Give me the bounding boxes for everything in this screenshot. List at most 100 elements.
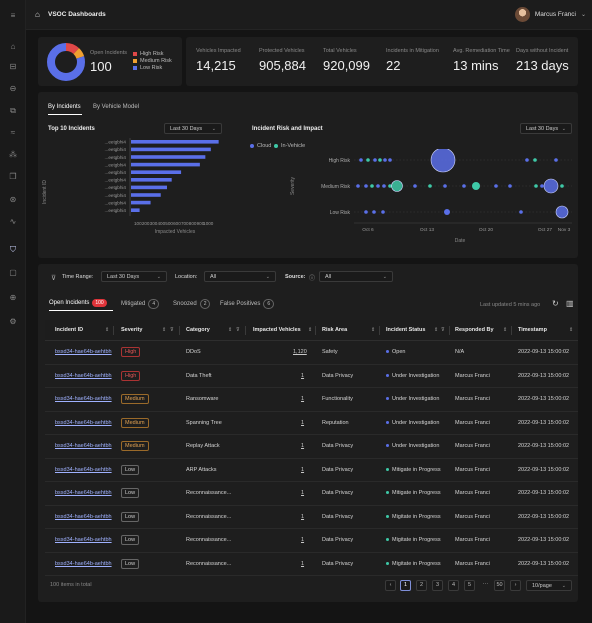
page-2-button[interactable]: 2: [416, 580, 427, 591]
status-dot: [386, 514, 389, 518]
impacted-vehicles-link[interactable]: 1: [301, 537, 304, 543]
sort-icon[interactable]: ⇕: [503, 327, 507, 333]
page-size-select[interactable]: 10/page ⌄: [526, 580, 572, 591]
fleet-icon[interactable]: ⊖: [8, 84, 18, 94]
timestamp-cell: 2022-09-13 15:00:02: [518, 349, 570, 355]
time-range-select[interactable]: Last 30 Days ⌄: [101, 271, 167, 282]
tab-mitigated[interactable]: Mitigated 4: [121, 299, 160, 309]
bar: [131, 185, 167, 190]
car-icon[interactable]: ⊟: [8, 62, 18, 72]
column-divider: [379, 326, 380, 335]
tab-false-positives[interactable]: False Positives 6: [220, 299, 275, 309]
info-icon[interactable]: ⓘ: [309, 273, 315, 282]
x-tick-label: Oct 27: [538, 227, 552, 233]
impacted-vehicles-link[interactable]: 1: [301, 443, 304, 449]
copy-icon[interactable]: ❐: [8, 172, 18, 182]
page-3-button[interactable]: 3: [432, 580, 443, 591]
table-row[interactable]: bssd34-hae64b-aehtbh Medium Ransomware 1 Fun…: [45, 388, 578, 412]
incident-id-link[interactable]: bssd34-hae64b-aehtbh: [55, 561, 112, 567]
shield-icon[interactable]: ⛉: [8, 245, 18, 255]
compass-icon[interactable]: ⊕: [8, 293, 18, 303]
risk-range-select[interactable]: Last 30 Days ⌄: [520, 123, 572, 134]
home-icon[interactable]: ⌂: [8, 42, 18, 52]
analytics-icon[interactable]: ∿: [8, 217, 18, 227]
impacted-vehicles-link[interactable]: 1: [301, 396, 304, 402]
incident-id-link[interactable]: bssd34-hae64b-aehtbh: [55, 373, 112, 379]
table-row[interactable]: bssd34-hae64b-aehtbh Low Reconnaissance...…: [45, 553, 578, 576]
filter-icon[interactable]: ⊽: [236, 327, 240, 333]
table-row[interactable]: bssd34-hae64b-aehtbh Medium Spanning Tree 1…: [45, 412, 578, 435]
source-select[interactable]: All ⌄: [319, 271, 393, 282]
risk-area-cell: Data Privacy: [322, 372, 354, 379]
impacted-vehicles-link[interactable]: 1: [301, 467, 304, 473]
risk-bubble: [413, 184, 417, 188]
impacted-vehicles-link[interactable]: 1: [301, 514, 304, 520]
columns-icon[interactable]: ▥: [566, 299, 574, 308]
tab-snoozed[interactable]: Snoozed 2: [173, 299, 211, 309]
sort-icon[interactable]: ⇕: [434, 327, 438, 333]
sort-icon[interactable]: ⇕: [162, 327, 166, 333]
table-row[interactable]: bssd34-hae64b-aehtbh Medium Replay Attack 1…: [45, 435, 578, 459]
sort-icon[interactable]: ⇕: [308, 327, 312, 333]
impacted-vehicles-link[interactable]: 1: [301, 561, 304, 567]
settings-icon[interactable]: ⚙: [8, 317, 18, 327]
incident-id-link[interactable]: bssd34-hae64b-aehtbh: [55, 537, 112, 543]
top10-range-select[interactable]: Last 30 Days ⌄: [164, 123, 222, 134]
tab-by-incidents[interactable]: By Incidents: [48, 104, 81, 110]
location-select[interactable]: All ⌄: [204, 271, 276, 282]
document-icon[interactable]: ▢: [8, 268, 18, 278]
table-row[interactable]: bssd34-hae64b-aehtbh High Data Theft 1 Data …: [45, 365, 578, 388]
sort-icon[interactable]: ⇕: [371, 327, 375, 333]
tab-open-incidents[interactable]: Open Incidents 100: [49, 299, 107, 307]
incident-id-link[interactable]: bssd34-hae64b-aehtbh: [55, 490, 112, 496]
sort-icon[interactable]: ⇕: [228, 327, 232, 333]
category-cell: Reconnaissance...: [186, 537, 232, 543]
home-icon[interactable]: ⌂: [35, 10, 40, 19]
table-row[interactable]: bssd34-hae64b-aehtbh Low Reconnaissance...…: [45, 529, 578, 553]
table-row[interactable]: bssd34-hae64b-aehtbh High DDoS 1,120 Safety O…: [45, 341, 578, 365]
bar-category-label: ...eetgbhi4: [105, 193, 127, 198]
page-ellipsis[interactable]: ···: [480, 580, 491, 591]
page-5-button[interactable]: 5: [464, 580, 475, 591]
wifi-icon[interactable]: ≈: [8, 128, 18, 138]
impacted-vehicles-link[interactable]: 1: [301, 420, 304, 426]
stat-value: 14,215: [196, 58, 236, 73]
table-row[interactable]: bssd34-hae64b-aehtbh Low Reconnaissance...…: [45, 506, 578, 529]
refresh-icon[interactable]: ↻: [552, 299, 559, 308]
impacted-vehicles-link[interactable]: 1: [301, 490, 304, 496]
filter-icon[interactable]: ⊽: [170, 327, 174, 333]
bar: [131, 208, 140, 212]
sort-icon[interactable]: ⇕: [569, 327, 573, 333]
next-page-button[interactable]: ›: [510, 580, 521, 591]
page-1-button[interactable]: 1: [400, 580, 411, 591]
responded-by-cell: Marcus Franci: [455, 419, 490, 426]
impacted-vehicles-link[interactable]: 1,120: [293, 349, 307, 355]
layers-icon[interactable]: ⧉: [8, 106, 18, 116]
incident-id-link[interactable]: bssd34-hae64b-aehtbh: [55, 396, 112, 402]
user-name[interactable]: Marcus Franci: [535, 11, 576, 18]
filter-icon[interactable]: ⊽: [51, 274, 56, 282]
status-cell: Migitate in Progress: [386, 514, 441, 520]
chevron-down-icon[interactable]: ⌄: [581, 11, 586, 18]
tab-by-vehicle-model[interactable]: By Vehicle Model: [93, 104, 139, 110]
page-50-button[interactable]: 50: [494, 580, 505, 591]
table-row[interactable]: bssd34-hae64b-aehtbh Low Reconnaissance...…: [45, 482, 578, 506]
incident-id-link[interactable]: bssd34-hae64b-aehtbh: [55, 514, 112, 520]
filter-icon[interactable]: ⊽: [441, 327, 445, 333]
incident-id-link[interactable]: bssd34-hae64b-aehtbh: [55, 467, 112, 473]
avatar[interactable]: [515, 7, 530, 22]
impacted-vehicles-link[interactable]: 1: [301, 373, 304, 379]
sort-icon[interactable]: ⇕: [105, 327, 109, 333]
prev-page-button[interactable]: ‹: [385, 580, 396, 591]
menu-icon[interactable]: ≡: [8, 11, 18, 21]
incident-id-link[interactable]: bssd34-hae64b-aehtbh: [55, 349, 112, 355]
page-4-button[interactable]: 4: [448, 580, 459, 591]
rules-icon[interactable]: ⊛: [8, 195, 18, 205]
incident-id-link[interactable]: bssd34-hae64b-aehtbh: [55, 443, 112, 449]
risk-bubble: [372, 210, 376, 214]
network-icon[interactable]: ⁂: [8, 150, 18, 160]
incident-id-link[interactable]: bssd34-hae64b-aehtbh: [55, 420, 112, 426]
risk-bubble: [472, 182, 480, 190]
x-tick-label: Nov 3: [558, 227, 571, 233]
table-row[interactable]: bssd34-hae64b-aehtbh Low ARP Attacks 1 Data …: [45, 459, 578, 482]
